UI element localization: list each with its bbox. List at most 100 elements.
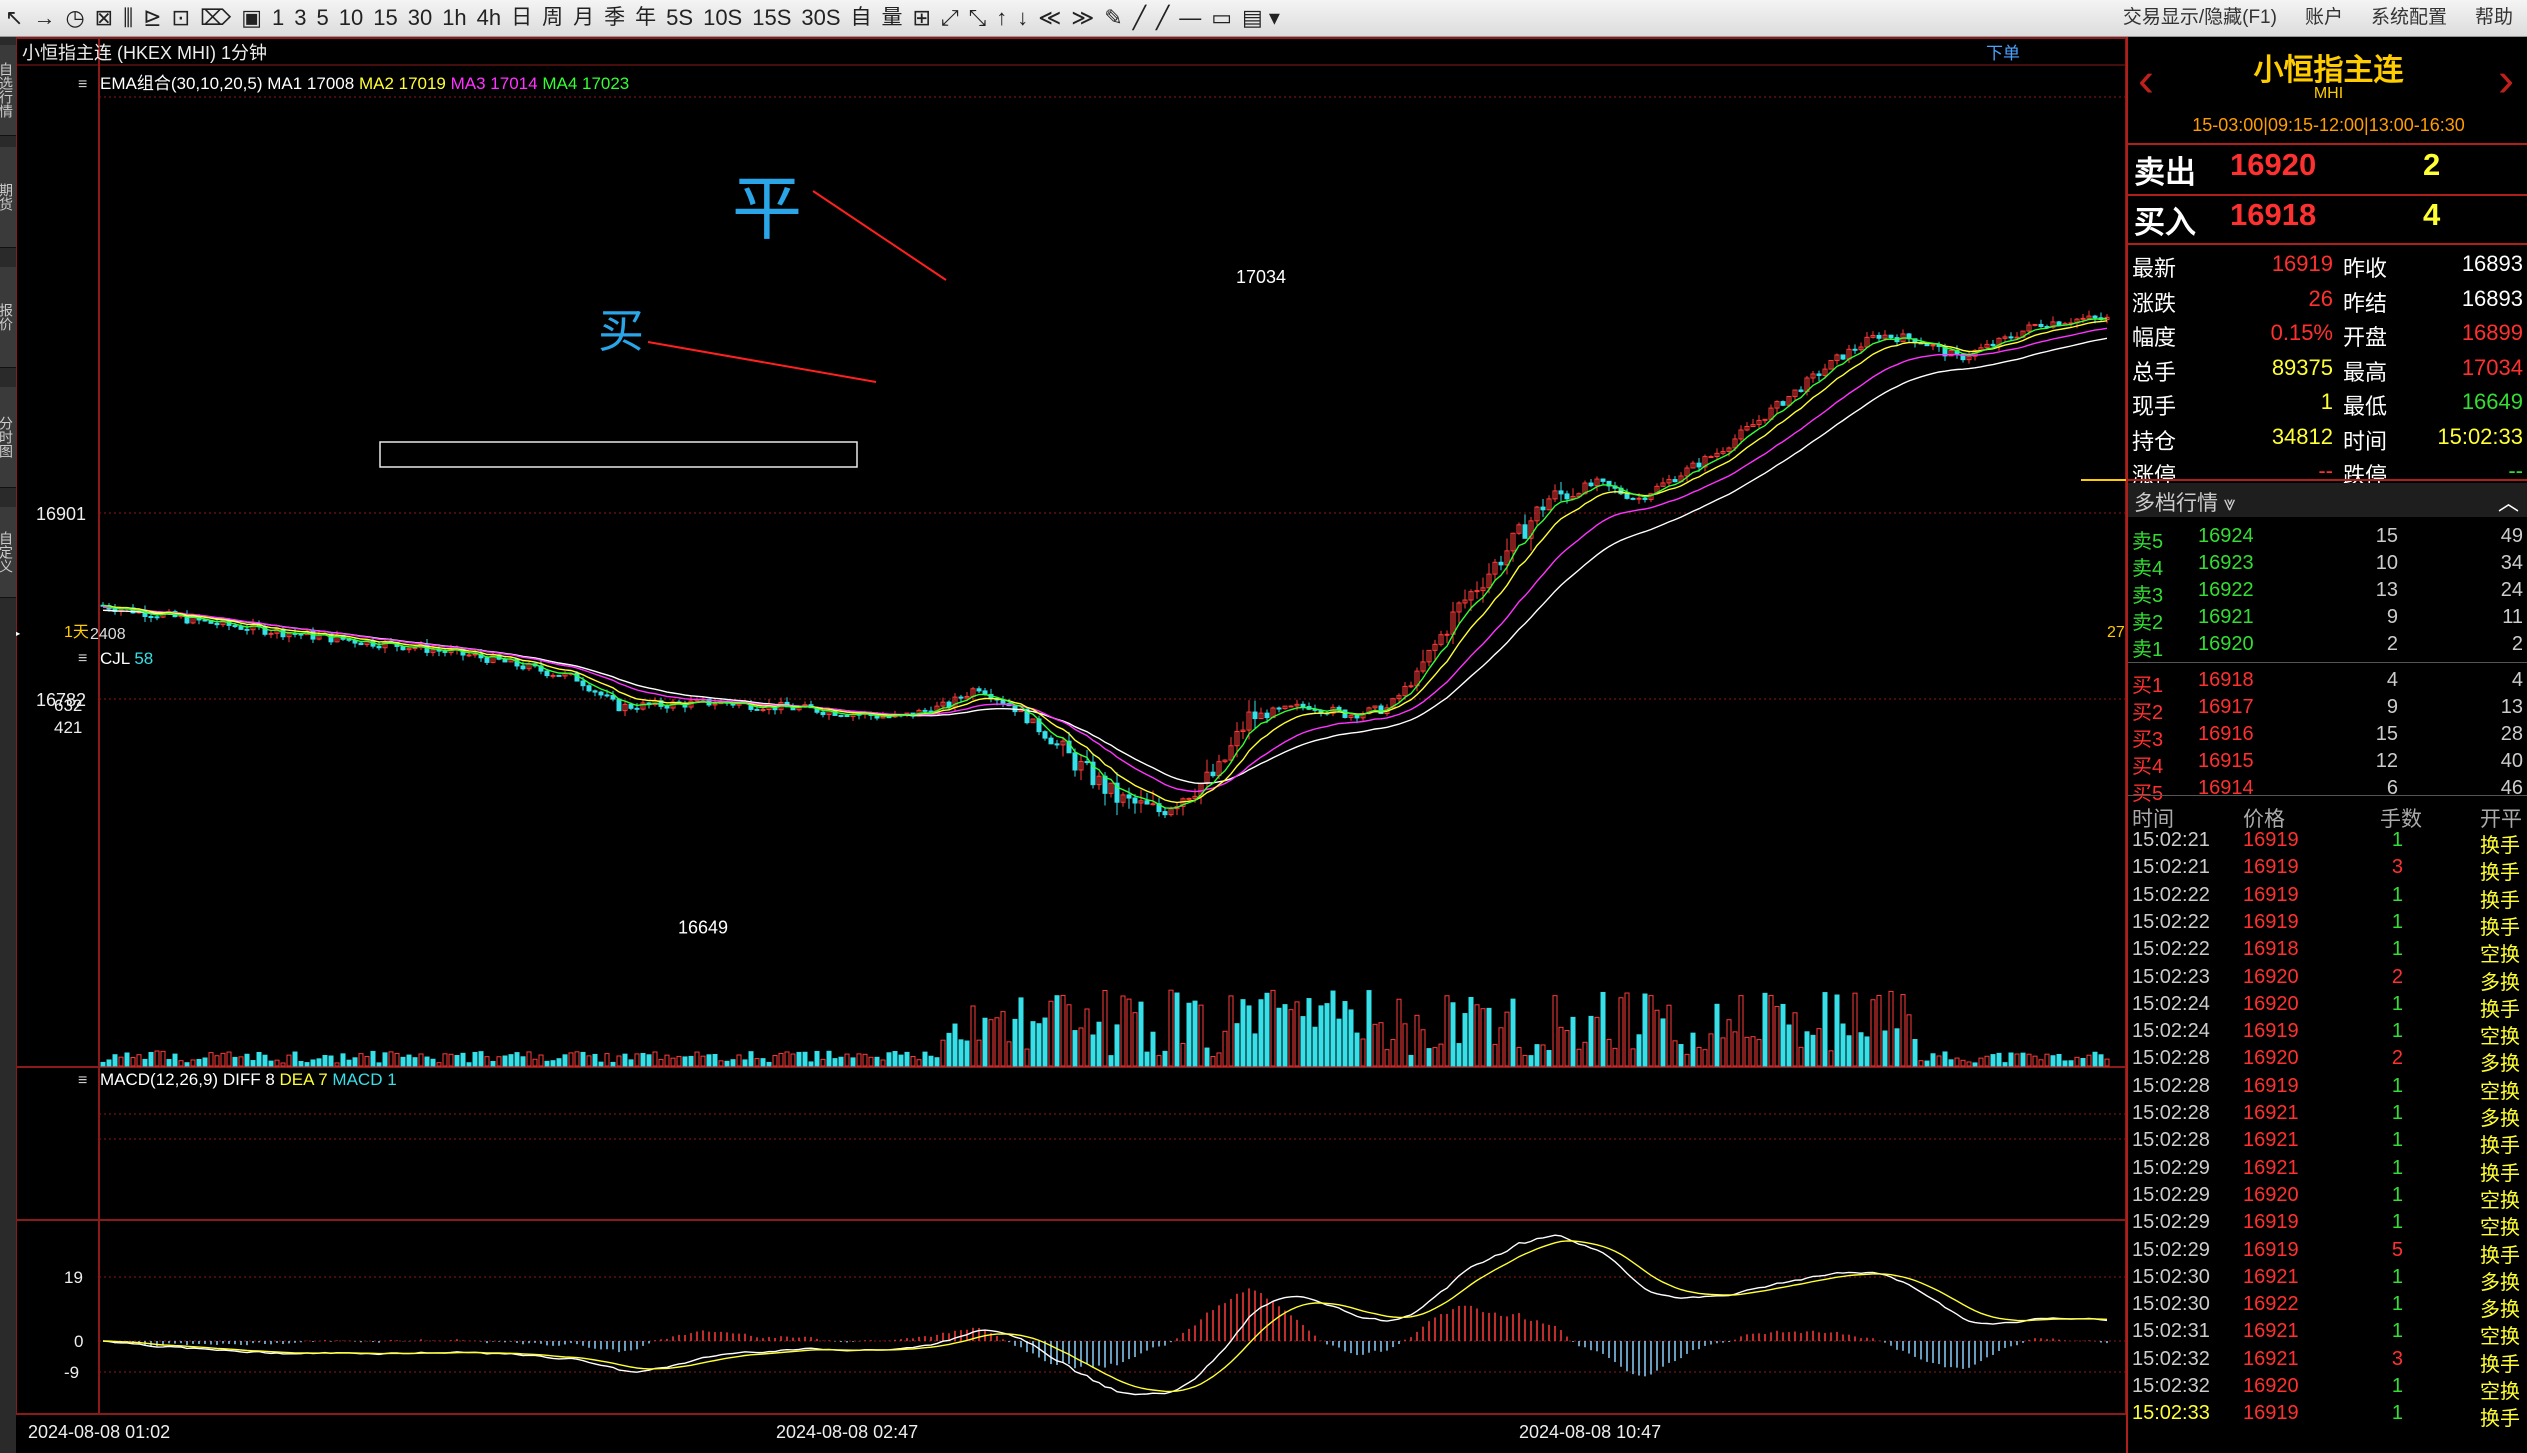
- depth-qty: 2: [2386, 633, 2398, 655]
- toolbar-button-39[interactable]: ▭: [1206, 1, 1237, 35]
- toolbar-button-28[interactable]: ⊞: [908, 1, 936, 35]
- toolbar-button-17[interactable]: 日: [506, 1, 537, 35]
- depth-row[interactable]: 卖3 16922 13 24: [2128, 579, 2527, 607]
- toolbar-button-16[interactable]: 4h: [472, 1, 506, 35]
- depth-row[interactable]: 卖2 16921 9 11: [2128, 606, 2527, 634]
- toolbar-button-31[interactable]: ↑: [991, 1, 1012, 35]
- tick-qty: 1: [2391, 1156, 2403, 1179]
- tick-row[interactable]: 15:02:28 16919 1 空换: [2128, 1075, 2527, 1103]
- toolbar-button-14[interactable]: 30: [403, 1, 437, 35]
- toolbar-button-27[interactable]: 量: [877, 1, 908, 35]
- toolbar-button-40[interactable]: ▤ ▾: [1237, 1, 1285, 35]
- tick-row[interactable]: 15:02:24 16920 1 换手: [2128, 993, 2527, 1021]
- toolbar-button-37[interactable]: ╱: [1151, 1, 1174, 35]
- toolbar-button-23[interactable]: 10S: [698, 1, 747, 35]
- toolbar-button-25[interactable]: 30S: [796, 1, 845, 35]
- tick-row[interactable]: 15:02:32 16920 1 空换: [2128, 1375, 2527, 1403]
- depth-row[interactable]: 买2 16917 9 13: [2128, 696, 2527, 724]
- toolbar-button-11[interactable]: 5: [311, 1, 333, 35]
- menu-item-1[interactable]: 账户: [2291, 1, 2357, 35]
- tick-row[interactable]: 15:02:33 16919 1 换手: [2128, 1402, 2527, 1430]
- toolbar-button-9[interactable]: 1: [267, 1, 289, 35]
- toolbar-button-8[interactable]: ▣: [236, 1, 267, 35]
- depth-row[interactable]: 卖4 16923 10 34: [2128, 552, 2527, 580]
- toolbar-button-2[interactable]: ◷: [60, 1, 89, 35]
- toolbar-button-1[interactable]: →: [28, 1, 60, 35]
- handwritten-sell-mark[interactable]: 平: [732, 168, 802, 250]
- toolbar-button-33[interactable]: ≪: [1033, 1, 1066, 35]
- toolbar-button-3[interactable]: ⊠: [90, 1, 118, 35]
- tick-row[interactable]: 15:02:29 16919 1 空换: [2128, 1211, 2527, 1239]
- range-box-drawing[interactable]: [379, 441, 858, 468]
- buy-quote[interactable]: 买入 16918 4: [2128, 197, 2527, 243]
- tick-row[interactable]: 15:02:32 16921 3 换手: [2128, 1348, 2527, 1376]
- sell-annotation-line[interactable]: [812, 190, 947, 281]
- tick-row[interactable]: 15:02:21 16919 1 换手: [2128, 829, 2527, 857]
- left-tab-0[interactable]: 自选行情: [0, 45, 16, 136]
- toolbar-button-7[interactable]: ⌦: [195, 1, 236, 35]
- order-link[interactable]: 下单: [1986, 44, 2020, 63]
- toolbar-button-36[interactable]: ╱: [1128, 1, 1151, 35]
- depth-row[interactable]: 卖5 16924 15 49: [2128, 525, 2527, 553]
- depth-row[interactable]: 买1 16918 4 4: [2128, 669, 2527, 697]
- toolbar-button-15[interactable]: 1h: [437, 1, 471, 35]
- menu-icon[interactable]: ≡: [78, 76, 87, 93]
- expand-arrow-icon[interactable]: ▶: [16, 626, 21, 640]
- toolbar-button-21[interactable]: 年: [630, 1, 661, 35]
- toolbar-button-19[interactable]: 月: [568, 1, 599, 35]
- depth-row[interactable]: 买4 16915 12 40: [2128, 750, 2527, 778]
- tick-row[interactable]: 15:02:28 16920 2 多换: [2128, 1047, 2527, 1075]
- menu-item-2[interactable]: 系统配置: [2357, 1, 2461, 35]
- toolbar-button-13[interactable]: 15: [368, 1, 402, 35]
- toolbar-button-5[interactable]: ⊵: [138, 1, 166, 35]
- tick-row[interactable]: 15:02:22 16919 1 换手: [2128, 911, 2527, 939]
- toolbar-button-4[interactable]: ⫼: [118, 1, 138, 35]
- left-tab-1[interactable]: 期货: [0, 147, 16, 248]
- toolbar-button-35[interactable]: ✎: [1099, 1, 1127, 35]
- toolbar-button-18[interactable]: 周: [537, 1, 568, 35]
- depth-row[interactable]: 买3 16916 15 28: [2128, 723, 2527, 751]
- tick-row[interactable]: 15:02:29 16919 5 换手: [2128, 1239, 2527, 1267]
- tick-row[interactable]: 15:02:22 16919 1 换手: [2128, 884, 2527, 912]
- left-tab-3[interactable]: 分时图: [0, 387, 16, 488]
- tick-row[interactable]: 15:02:23 16920 2 多换: [2128, 966, 2527, 994]
- toolbar-button-24[interactable]: 15S: [747, 1, 796, 35]
- tick-row[interactable]: 15:02:30 16922 1 多换: [2128, 1293, 2527, 1321]
- toolbar-button-26[interactable]: 自: [846, 1, 877, 35]
- collapse-icon[interactable]: ︿: [2498, 487, 2519, 517]
- toolbar-button-6[interactable]: ⊡: [167, 1, 195, 35]
- toolbar-button-34[interactable]: ≫: [1066, 1, 1099, 35]
- toolbar-button-20[interactable]: 季: [599, 1, 630, 35]
- tick-row[interactable]: 15:02:21 16919 3 换手: [2128, 856, 2527, 884]
- tick-row[interactable]: 15:02:22 16918 1 空换: [2128, 938, 2527, 966]
- depth-header[interactable]: 多档行情 ⩔ ︿: [2128, 483, 2527, 517]
- sell-quote[interactable]: 卖出 16920 2: [2128, 147, 2527, 193]
- tick-row[interactable]: 15:02:31 16921 1 空换: [2128, 1320, 2527, 1348]
- toolbar-button-30[interactable]: ⤡: [964, 1, 992, 35]
- toolbar-button-38[interactable]: —: [1174, 1, 1206, 35]
- tick-row[interactable]: 15:02:29 16921 1 换手: [2128, 1156, 2527, 1185]
- price-chart[interactable]: 小恒指主连 (HKEX MHI) 1分钟 下单 ≡ EMA组合(30,10,20,5)…: [16, 37, 2126, 1453]
- depth-row[interactable]: 卖1 16920 2 2: [2128, 633, 2527, 661]
- menu-item-3[interactable]: 帮助: [2461, 1, 2527, 35]
- menu-item-0[interactable]: 交易显示/隐藏(F1): [2109, 1, 2291, 35]
- tick-row[interactable]: 15:02:29 16920 1 空换: [2128, 1184, 2527, 1212]
- menu-icon[interactable]: ≡: [78, 1072, 87, 1089]
- handwritten-buy-mark[interactable]: 买: [598, 304, 644, 358]
- toolbar-button-22[interactable]: 5S: [661, 1, 698, 35]
- tick-row[interactable]: 15:02:30 16921 1 多换: [2128, 1266, 2527, 1294]
- toolbar-button-0[interactable]: ↖: [0, 1, 28, 35]
- buy-annotation-line[interactable]: [647, 341, 877, 383]
- toolbar-button-12[interactable]: 10: [334, 1, 368, 35]
- left-tab-4[interactable]: 自定义: [0, 507, 16, 598]
- chart-area[interactable]: 小恒指主连 (HKEX MHI) 1分钟 下单 ≡ EMA组合(30,10,20,5)…: [16, 37, 2126, 1453]
- tick-row[interactable]: 15:02:24 16919 1 空换: [2128, 1020, 2527, 1048]
- depth-row[interactable]: 买5 16914 6 46: [2128, 777, 2527, 805]
- toolbar-button-32[interactable]: ↓: [1012, 1, 1033, 35]
- tick-row[interactable]: 15:02:28 16921 1 多换: [2128, 1102, 2527, 1130]
- menu-icon[interactable]: ≡: [78, 650, 87, 667]
- left-tab-2[interactable]: 报价: [0, 267, 16, 368]
- toolbar-button-10[interactable]: 3: [289, 1, 311, 35]
- tick-row[interactable]: 15:02:28 16921 1 换手: [2128, 1129, 2527, 1157]
- toolbar-button-29[interactable]: ⤢: [936, 1, 964, 35]
